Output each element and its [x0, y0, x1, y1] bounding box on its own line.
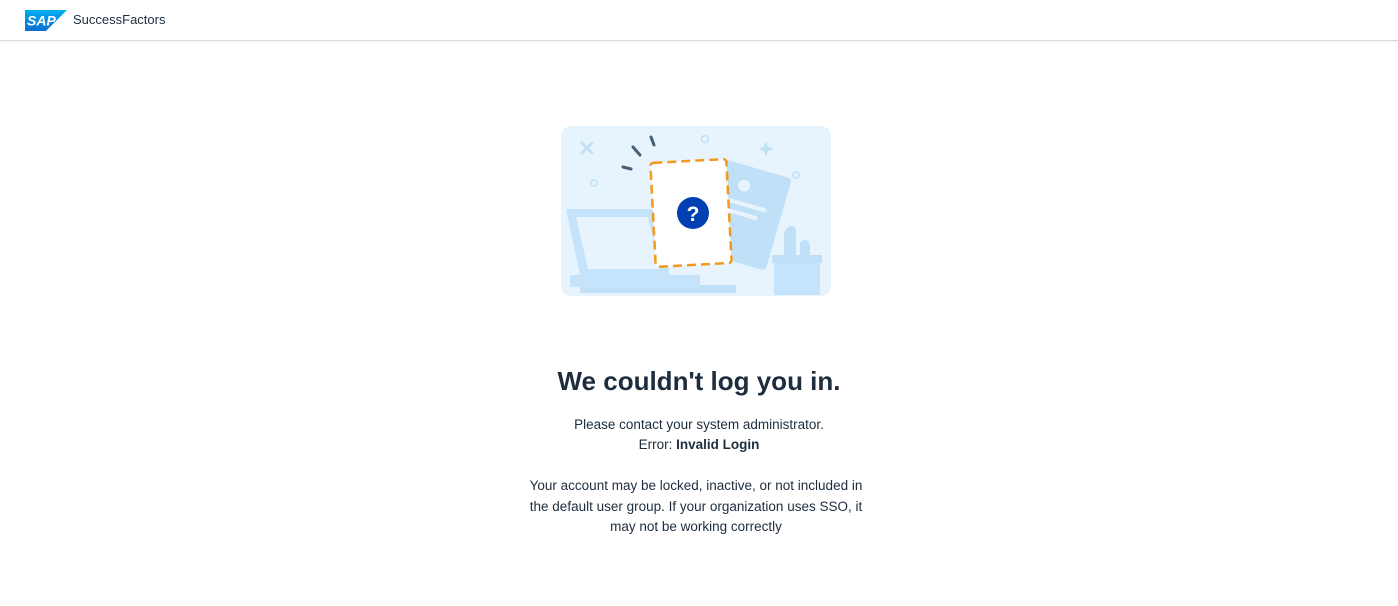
error-illustration: ?: [561, 126, 831, 296]
error-explanation: Your account may be locked, inactive, or…: [529, 478, 863, 534]
error-label: Error:: [638, 437, 673, 452]
contact-message: Please contact your system administrator…: [574, 417, 824, 432]
product-name: SuccessFactors: [73, 12, 166, 27]
question-mark-symbol: ?: [687, 203, 700, 226]
sap-logo[interactable]: SAP: [25, 10, 67, 31]
shell-header: SAP SuccessFactors: [0, 0, 1398, 41]
error-value: Invalid Login: [676, 437, 760, 452]
sap-logo-text: SAP: [27, 13, 56, 29]
page-title: We couldn't log you in.: [557, 366, 841, 396]
error-line: Error: Invalid Login: [0, 435, 1398, 455]
